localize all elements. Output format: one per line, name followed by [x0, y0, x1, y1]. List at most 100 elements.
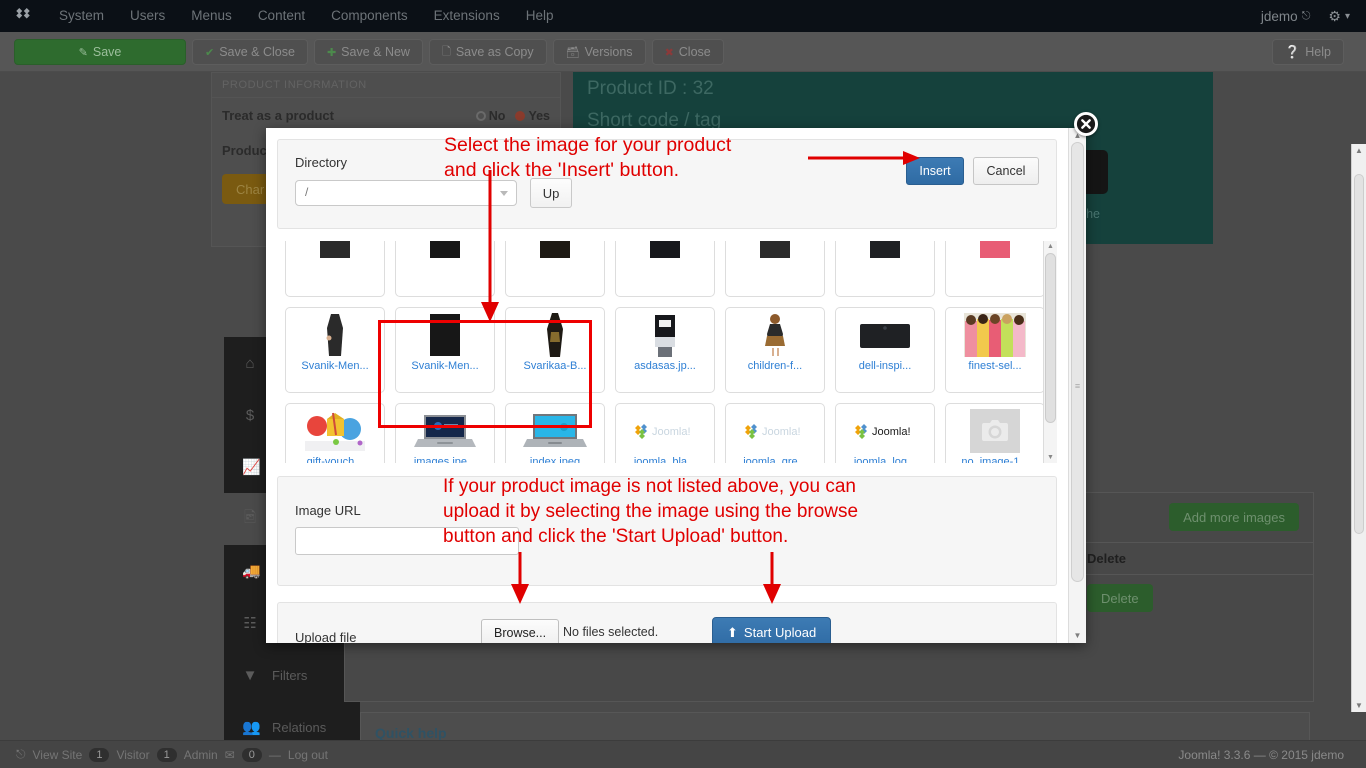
save-new-button[interactable]: ✚ Save & New: [313, 39, 423, 65]
save-as-copy-button[interactable]: 🗋 Save as Copy: [428, 39, 547, 65]
menu-help[interactable]: Help: [513, 0, 567, 32]
help-button[interactable]: ❔ Help: [1271, 39, 1344, 65]
close-circle-icon: ✖: [664, 46, 674, 59]
logout-link[interactable]: Log out: [288, 748, 328, 762]
external-link-icon[interactable]: ⎋: [16, 747, 26, 762]
grid-scroll-down-icon[interactable]: ▼: [1044, 454, 1057, 461]
up-button[interactable]: Up: [530, 178, 572, 208]
modal-scroll-down-icon[interactable]: ▼: [1069, 631, 1086, 640]
admin-user-name[interactable]: jdemo: [1261, 9, 1302, 24]
envelope-icon[interactable]: ✉: [225, 748, 235, 762]
save-button-label: Save: [92, 45, 122, 59]
thumbnail-cell[interactable]: index.jpeg: [505, 403, 605, 463]
menu-extensions[interactable]: Extensions: [421, 0, 513, 32]
delete-button[interactable]: Delete: [1087, 584, 1153, 612]
view-site-link[interactable]: View Site: [33, 748, 83, 762]
sidebar-item-filters[interactable]: ▼ Filters: [224, 649, 360, 701]
page-root: System Users Menus Content Components Ex…: [0, 0, 1366, 768]
admin-count-badge: 1: [156, 747, 177, 762]
table-cell-delete: Delete: [1075, 575, 1165, 621]
treat-as-product-radios[interactable]: No Yes: [475, 109, 550, 123]
thumbnail-cell[interactable]: no_image-1...: [945, 403, 1043, 463]
thumbnail-label: Svanik-Men...: [411, 360, 479, 372]
radio-no[interactable]: No: [475, 109, 505, 123]
thumbnail-label: gift-vouch...: [306, 456, 364, 463]
directory-select[interactable]: /: [295, 180, 517, 206]
thumbnail-cell[interactable]: Joomla! joomla_gre...: [725, 403, 825, 463]
thumbnail-image: Joomla!: [631, 408, 699, 454]
radio-yes[interactable]: Yes: [515, 109, 550, 123]
thumbnail-image: [741, 312, 809, 358]
menu-system[interactable]: System: [46, 0, 117, 32]
save-close-button[interactable]: ✔ Save & Close: [192, 39, 308, 65]
thumbnail-label: finest-sel...: [968, 360, 1022, 372]
thumbnail-cell[interactable]: gift-vouch...: [285, 403, 385, 463]
thumbnail-cell[interactable]: finest-sel...: [945, 307, 1043, 393]
save-button[interactable]: ✎ Save: [14, 39, 186, 65]
upload-icon: ⬆: [727, 624, 738, 640]
thumbnail-cell[interactable]: [285, 241, 385, 297]
page-scrollbar[interactable]: ▲ ▼: [1351, 144, 1366, 712]
thumbnail-cell[interactable]: asdasas.jp...: [615, 307, 715, 393]
modal-close-button[interactable]: [1074, 112, 1098, 136]
menu-content[interactable]: Content: [245, 0, 318, 32]
thumbnail-cell[interactable]: children-f...: [725, 307, 825, 393]
svg-text:Joomla!: Joomla!: [872, 426, 911, 438]
product-label: Produc: [222, 143, 267, 158]
joomla-logo-icon[interactable]: [0, 5, 46, 28]
thumbnail-image: [301, 408, 369, 454]
chart-icon: 📈: [242, 459, 261, 476]
scroll-down-arrow-icon[interactable]: ▼: [1352, 701, 1366, 710]
filter-icon: ▼: [242, 666, 258, 684]
admin-bar: System Users Menus Content Components Ex…: [0, 0, 1366, 32]
thumbnail-label: asdasas.jp...: [634, 360, 696, 372]
thumbnail-cell[interactable]: Joomla! joomla_log...: [835, 403, 935, 463]
insert-button[interactable]: Insert: [906, 157, 964, 185]
close-button[interactable]: ✖ Close: [651, 39, 724, 65]
thumbnail-cell[interactable]: Joomla! joomla_bla...: [615, 403, 715, 463]
thumbnail-cell[interactable]: [395, 241, 495, 297]
sidebar-item-relations[interactable]: 👥 Relations: [224, 701, 360, 740]
modal-scrollbar[interactable]: ▲ ≡ ▼: [1068, 128, 1086, 643]
thumbnail-cell[interactable]: dell-inspi...: [835, 307, 935, 393]
thumbnail-image: [961, 408, 1029, 454]
treat-as-product-label: Treat as a product: [222, 108, 334, 123]
grid-scroll-up-icon[interactable]: ▲: [1044, 243, 1057, 250]
modal-scrollbar-thumb[interactable]: [1071, 142, 1084, 582]
save-as-copy-label: Save as Copy: [455, 45, 534, 59]
directory-label: Directory: [295, 155, 348, 170]
thumbnail-cell[interactable]: [615, 241, 715, 297]
thumbnail-cell[interactable]: Svarikaa-B...: [505, 307, 605, 393]
chevron-down-icon[interactable]: ▾: [1345, 11, 1366, 22]
menu-users[interactable]: Users: [117, 0, 178, 32]
thumbnail-cell[interactable]: Svanik-Men...: [285, 307, 385, 393]
thumbnail-cell[interactable]: images.jpe...: [395, 403, 495, 463]
thumbnail-grid-viewport: Svanik-Men... Svanik-Men... Svarikaa-B... a…: [277, 241, 1043, 463]
thumbnail-cell[interactable]: [835, 241, 935, 297]
thumbnail-grid-scrollbar[interactable]: ▲ ▼: [1043, 241, 1057, 463]
start-upload-button[interactable]: ⬆ Start Upload: [712, 617, 832, 643]
add-more-images-button[interactable]: Add more images: [1169, 503, 1299, 531]
modal-scrollbar-grip: ≡: [1074, 381, 1081, 391]
thumbnail-cell[interactable]: [505, 241, 605, 297]
external-link-icon[interactable]: ⎋: [1302, 10, 1329, 23]
versions-button[interactable]: 🗃 Versions: [552, 39, 646, 65]
plus-icon: ✚: [326, 46, 337, 59]
gear-icon[interactable]: ⚙: [1328, 8, 1345, 25]
cancel-button[interactable]: Cancel: [973, 157, 1039, 185]
scroll-up-arrow-icon[interactable]: ▲: [1352, 146, 1366, 155]
grid-scrollbar-thumb[interactable]: [1045, 253, 1056, 423]
thumbnail-cell[interactable]: [725, 241, 825, 297]
image-url-input[interactable]: [295, 527, 519, 555]
modal-top-section: Directory / Up Insert Cancel: [277, 139, 1057, 229]
admin-label: Admin: [183, 747, 218, 762]
page-scrollbar-thumb[interactable]: [1354, 174, 1364, 534]
thumbnail-label: Svarikaa-B...: [523, 360, 587, 372]
browse-button[interactable]: Browse...: [481, 619, 560, 643]
no-files-selected-label: No files selected.: [563, 625, 659, 639]
thumbnail-label: joomla_bla...: [633, 456, 697, 463]
thumbnail-cell[interactable]: [945, 241, 1043, 297]
menu-components[interactable]: Components: [318, 0, 421, 32]
thumbnail-cell[interactable]: Svanik-Men...: [395, 307, 495, 393]
menu-menus[interactable]: Menus: [178, 0, 245, 32]
